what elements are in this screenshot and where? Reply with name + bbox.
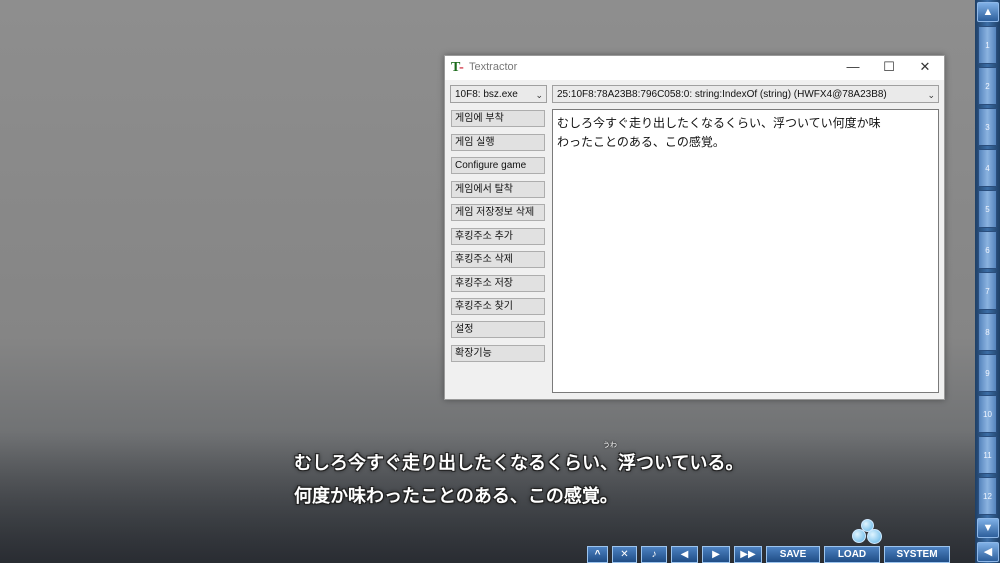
subtitle-line-2: 何度か味わったことのある、この感覚。 <box>294 486 618 507</box>
thread-select[interactable]: 25:10F8:78A23B8:796C058:0: string:IndexO… <box>552 85 939 103</box>
quick-slot-12[interactable]: 12 <box>978 477 997 515</box>
thread-select-value: 25:10F8:78A23B8:796C058:0: string:IndexO… <box>557 89 887 100</box>
add-hook-button[interactable]: 후킹주소 추가 <box>451 228 545 245</box>
text-line-1: むしろ今すぐ走り出したくなるくらい、浮ついてい何度か味 <box>557 116 881 130</box>
textractor-logo-icon: T- <box>451 60 464 75</box>
detach-game-button[interactable]: 게임에서 탈착 <box>451 181 545 198</box>
rail-down-button[interactable]: ▼ <box>977 518 999 538</box>
extensions-button[interactable]: 확장기능 <box>451 345 545 362</box>
skip-button[interactable]: ▶▶ <box>734 546 762 563</box>
quick-slot-6[interactable]: 6 <box>978 231 997 269</box>
configure-game-button[interactable]: Configure game <box>451 157 545 174</box>
settings-button[interactable]: 설정 <box>451 321 545 338</box>
load-button[interactable]: LOAD <box>824 546 880 563</box>
launch-game-button[interactable]: 게임 실행 <box>451 134 545 151</box>
minimize-button[interactable]: — <box>835 56 871 80</box>
save-hook-button[interactable]: 후킹주소 저장 <box>451 275 545 292</box>
music-note-icon: ♪ <box>651 549 657 560</box>
quick-slot-5[interactable]: 5 <box>978 190 997 228</box>
quick-slot-8[interactable]: 8 <box>978 313 997 351</box>
quick-up-button[interactable]: ^ <box>587 546 608 563</box>
title-bar[interactable]: T- Textractor — ☐ ✕ <box>445 56 944 80</box>
triangle-up-icon: ▲ <box>982 6 994 18</box>
system-button[interactable]: SYSTEM <box>884 546 950 563</box>
quick-slot-1[interactable]: 1 <box>978 26 997 64</box>
delete-game-config-button[interactable]: 게임 저장정보 삭제 <box>451 204 545 221</box>
chevron-left-icon: ◀ <box>983 546 993 558</box>
maximize-button[interactable]: ☐ <box>871 56 907 80</box>
rail-back-button[interactable]: ◀ <box>977 542 999 562</box>
quick-slot-11[interactable]: 11 <box>978 436 997 474</box>
back-arrow-icon: ◀ <box>680 549 689 560</box>
save-button[interactable]: SAVE <box>766 546 820 563</box>
subtitle-line-1: むしろ今すぐ走り出したくなるくらい、浮ついている。 <box>294 453 744 474</box>
window-title: Textractor <box>469 61 518 73</box>
chevron-up-icon: ^ <box>594 549 601 560</box>
quick-slot-2[interactable]: 2 <box>978 67 997 105</box>
close-icon: ✕ <box>620 549 629 560</box>
close-window-button[interactable]: ✕ <box>612 546 637 563</box>
quick-slot-9[interactable]: 9 <box>978 354 997 392</box>
back-button[interactable]: ◀ <box>671 546 698 563</box>
game-control-bar: ^ ✕ ♪ ◀ ▶ ▶▶ SAVE LOAD SYSTEM <box>587 546 955 563</box>
text-line-2: わったことのある、この感覚。 <box>557 135 725 149</box>
forward-button[interactable]: ▶ <box>702 546 730 563</box>
attach-game-button[interactable]: 게임에 부착 <box>451 110 545 127</box>
triangle-down-icon: ▼ <box>982 522 994 534</box>
game-subtitle[interactable]: むしろ今すぐ走り出したくなるくらい、浮ついている。 何度か味わったことのある、こ… <box>294 447 794 513</box>
process-select[interactable]: 10F8: bsz.exe ⌄ <box>450 85 547 103</box>
quick-slot-7[interactable]: 7 <box>978 272 997 310</box>
quick-slot-rail: ▲ 1 2 3 4 5 6 7 8 9 10 11 12 ▼ ◀ <box>975 0 1000 563</box>
extracted-text-box[interactable]: むしろ今すぐ走り出したくなるくらい、浮ついてい何度か味 わったことのある、この感… <box>552 109 939 393</box>
quick-slot-10[interactable]: 10 <box>978 395 997 433</box>
textractor-window: T- Textractor — ☐ ✕ 10F8: bsz.exe ⌄ 25:1… <box>444 55 945 400</box>
close-button[interactable]: ✕ <box>907 56 943 80</box>
rail-up-button[interactable]: ▲ <box>977 2 999 22</box>
fast-forward-icon: ▶▶ <box>740 549 756 560</box>
process-select-value: 10F8: bsz.exe <box>455 89 518 100</box>
message-wait-icon <box>852 519 882 544</box>
chevron-down-icon: ⌄ <box>927 90 935 100</box>
forward-arrow-icon: ▶ <box>712 549 720 560</box>
backlog-voice-button[interactable]: ♪ <box>641 546 667 563</box>
search-hook-button[interactable]: 후킹주소 찾기 <box>451 298 545 315</box>
remove-hook-button[interactable]: 후킹주소 삭제 <box>451 251 545 268</box>
chevron-down-icon: ⌄ <box>535 90 543 100</box>
quick-slot-3[interactable]: 3 <box>978 108 997 146</box>
quick-slot-4[interactable]: 4 <box>978 149 997 187</box>
